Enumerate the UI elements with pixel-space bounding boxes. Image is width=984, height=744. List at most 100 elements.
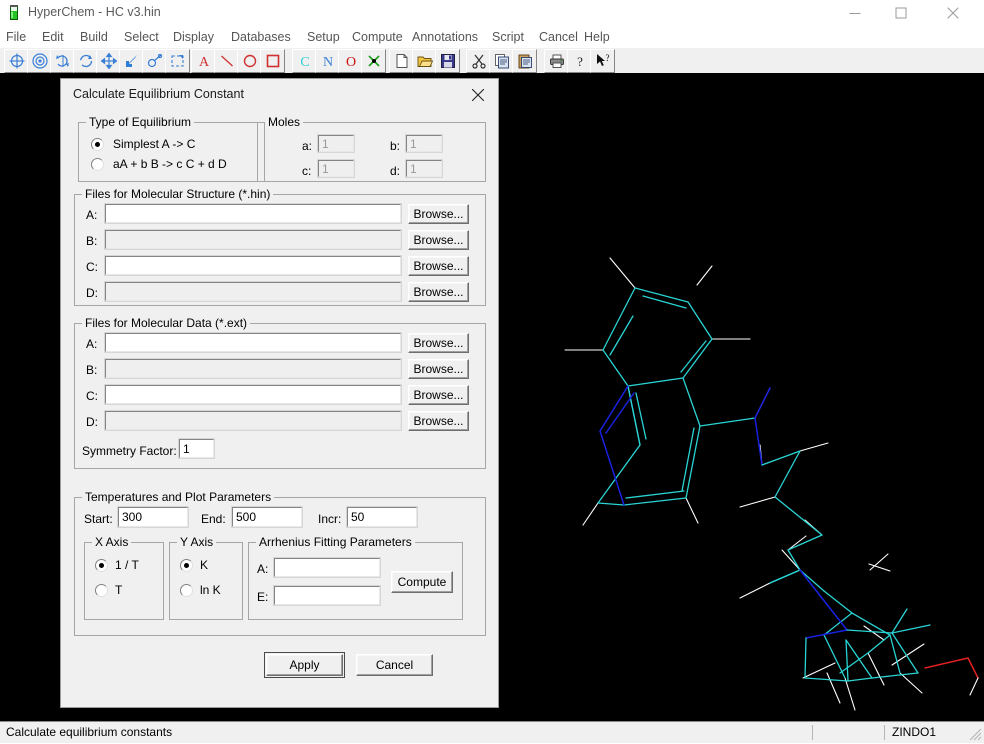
moles-a-input[interactable] <box>317 134 355 153</box>
data-d-input[interactable] <box>104 410 402 431</box>
status-divider-1 <box>812 725 813 740</box>
magnify-tool-button[interactable] <box>27 49 52 73</box>
bond-tool-button[interactable] <box>214 49 239 73</box>
svg-text:?: ? <box>577 54 583 69</box>
circle-tool-button[interactable] <box>237 49 262 73</box>
structure-c-label: C: <box>86 260 98 274</box>
maximize-button[interactable] <box>878 0 924 26</box>
menu-item-cancel[interactable]: Cancel <box>539 26 578 48</box>
hyperchem-flask-icon <box>6 5 22 21</box>
label-tool-button[interactable]: A <box>191 49 216 73</box>
help-button[interactable]: ? <box>567 49 592 73</box>
square-tool-button[interactable] <box>260 49 285 73</box>
radio-y-ln-k[interactable] <box>180 584 193 597</box>
clipping-tool-button[interactable] <box>142 49 167 73</box>
arrhenius-group: Arrhenius Fitting Parameters A: E: Compu… <box>248 535 463 620</box>
data-a-browse-button[interactable]: Browse... <box>408 333 469 353</box>
structure-c-input[interactable] <box>104 255 402 276</box>
radio-simplest[interactable] <box>91 138 104 151</box>
rotate-xy-tool-button[interactable] <box>50 49 75 73</box>
rotate-z-tool-button[interactable] <box>73 49 98 73</box>
compute-button[interactable]: Compute <box>391 571 453 593</box>
data-c-browse-button[interactable]: Browse... <box>408 385 469 405</box>
resize-grip-icon[interactable] <box>968 727 982 741</box>
data-c-input[interactable] <box>104 384 402 405</box>
menu-item-databases[interactable]: Databases <box>231 26 291 48</box>
cancel-button[interactable]: Cancel <box>356 654 433 676</box>
structure-d-input[interactable] <box>104 281 402 302</box>
print-button[interactable] <box>544 49 569 73</box>
arrhenius-a-input[interactable] <box>273 557 381 578</box>
radio-x-t[interactable] <box>95 584 108 597</box>
structure-b-input[interactable] <box>104 229 402 250</box>
apply-button[interactable]: Apply <box>264 652 345 678</box>
svg-text:N: N <box>322 55 332 69</box>
element-oxygen-button[interactable]: O <box>338 49 363 73</box>
menu-item-setup[interactable]: Setup <box>307 26 340 48</box>
cut-button[interactable] <box>466 49 491 73</box>
new-file-button[interactable] <box>389 49 414 73</box>
y-axis-legend: Y Axis <box>177 535 217 549</box>
type-of-equilibrium-legend: Type of Equilibrium <box>86 115 195 129</box>
menu-item-display[interactable]: Display <box>173 26 214 48</box>
structure-d-browse-button[interactable]: Browse... <box>408 282 469 302</box>
element-carbon-button[interactable]: C <box>292 49 317 73</box>
menu-item-file[interactable]: File <box>6 26 26 48</box>
menu-item-script[interactable]: Script <box>492 26 524 48</box>
menu-item-help[interactable]: Help <box>584 26 610 48</box>
copy-button[interactable] <box>489 49 514 73</box>
moles-d-label: d: <box>390 164 401 178</box>
data-a-browse-label: Browse... <box>413 336 464 350</box>
structure-b-browse-button[interactable]: Browse... <box>408 230 469 250</box>
menu-item-annotations[interactable]: Annotations <box>412 26 478 48</box>
start-input[interactable] <box>117 506 189 528</box>
paste-button[interactable] <box>512 49 537 73</box>
data-b-browse-label: Browse... <box>413 362 464 376</box>
data-a-input[interactable] <box>104 332 402 353</box>
arrhenius-e-input[interactable] <box>273 585 381 606</box>
menu-bar: File Edit Build Select Display Databases Setup… <box>0 26 984 48</box>
moles-c-input[interactable] <box>317 159 355 178</box>
dialog-close-icon[interactable] <box>462 82 494 108</box>
menu-item-edit[interactable]: Edit <box>42 26 64 48</box>
element-custom-button[interactable] <box>361 49 386 73</box>
status-bar: Calculate equilibrium constants ZINDO1 <box>0 721 984 743</box>
structure-b-browse-label: Browse... <box>413 233 464 247</box>
end-input[interactable] <box>231 506 303 528</box>
structure-a-input[interactable] <box>104 203 402 224</box>
incr-input[interactable] <box>346 506 418 528</box>
radio-general-stoichiometry[interactable] <box>91 158 104 171</box>
structure-a-browse-label: Browse... <box>413 207 464 221</box>
data-d-label: D: <box>86 415 98 429</box>
moles-d-input[interactable] <box>405 159 443 178</box>
data-c-label: C: <box>86 389 98 403</box>
menu-item-build[interactable]: Build <box>80 26 108 48</box>
close-button[interactable] <box>930 0 976 26</box>
structure-c-browse-button[interactable]: Browse... <box>408 256 469 276</box>
context-help-button[interactable]: ? <box>590 49 615 73</box>
data-b-browse-button[interactable]: Browse... <box>408 359 469 379</box>
data-files-legend: Files for Molecular Data (*.ext) <box>82 316 251 330</box>
compute-button-label: Compute <box>397 575 447 589</box>
radio-y-k[interactable] <box>180 559 193 572</box>
zoom-tool-button[interactable] <box>119 49 144 73</box>
data-b-input[interactable] <box>104 358 402 379</box>
moles-legend: Moles <box>265 115 304 129</box>
radio-x-inverse-t[interactable] <box>95 559 108 572</box>
menu-item-select[interactable]: Select <box>124 26 159 48</box>
resize-tool-button[interactable] <box>165 49 190 73</box>
structure-a-browse-button[interactable]: Browse... <box>408 204 469 224</box>
radio-x-inverse-t-label: 1 / T <box>115 558 139 572</box>
data-d-browse-button[interactable]: Browse... <box>408 411 469 431</box>
temperatures-group: Temperatures and Plot Parameters Start: … <box>74 490 486 636</box>
minimize-button[interactable] <box>832 0 878 26</box>
select-tool-button[interactable] <box>4 49 29 73</box>
moles-b-label: b: <box>390 139 401 153</box>
moles-b-input[interactable] <box>405 134 443 153</box>
element-nitrogen-button[interactable]: N <box>315 49 340 73</box>
symmetry-factor-input[interactable] <box>178 438 215 459</box>
save-file-button[interactable] <box>435 49 460 73</box>
translate-tool-button[interactable] <box>96 49 121 73</box>
menu-item-compute[interactable]: Compute <box>352 26 403 48</box>
open-file-button[interactable] <box>412 49 437 73</box>
